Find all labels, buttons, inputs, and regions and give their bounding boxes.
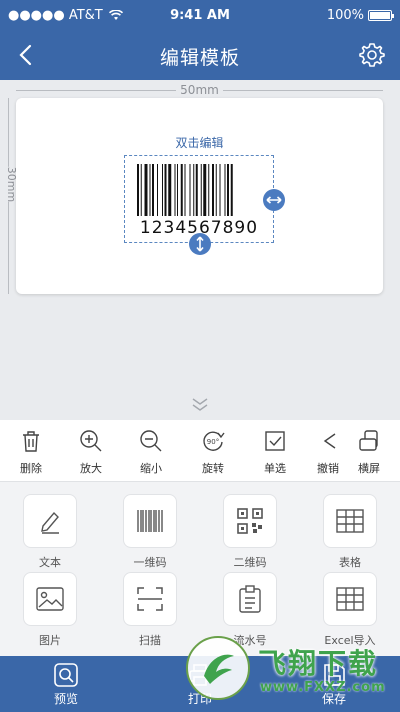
tab-label: 预览 (53, 692, 78, 706)
undo-icon (323, 433, 336, 449)
watermark-logo (186, 636, 250, 700)
width-label: 50mm (176, 83, 223, 97)
preview-icon (54, 663, 78, 687)
tool-label: 横屏 (358, 462, 380, 475)
collapse-chevron-icon[interactable] (188, 396, 212, 412)
tool-zoom-out[interactable]: 缩小 (126, 428, 176, 476)
barcode-bars (137, 164, 233, 216)
watermark: 飞翔下载 www.FXXZ.com (186, 636, 386, 700)
element-scan[interactable]: 扫描 (120, 572, 180, 648)
watermark-bird-icon (204, 654, 234, 684)
page-title: 编辑模板 (159, 47, 240, 69)
tool-delete[interactable]: 删除 (6, 428, 56, 476)
tool-undo[interactable]: 撤销 (310, 428, 346, 476)
tool-zoom-in[interactable]: 放大 (66, 428, 116, 476)
barcode-icon (137, 510, 163, 532)
trash-icon (23, 431, 39, 452)
element-qrcode[interactable]: 二维码 (220, 494, 280, 570)
watermark-title: 飞翔下载 (258, 647, 379, 680)
battery-icon (368, 10, 394, 21)
landscape-icon (359, 430, 378, 451)
tool-label: 单选 (264, 462, 286, 475)
resize-horizontal-handle[interactable] (263, 189, 285, 211)
tool-single-select[interactable]: 单选 (250, 428, 300, 476)
watermark-url: www.FXXZ.com (260, 680, 386, 695)
excel-table-icon (336, 587, 364, 611)
element-label: 文本 (39, 556, 61, 569)
image-icon (36, 587, 64, 611)
zoom-in-icon (80, 430, 102, 452)
element-text[interactable]: 文本 (20, 494, 80, 570)
resize-vertical-handle[interactable] (189, 233, 211, 255)
clipboard-icon (239, 585, 261, 613)
zoom-out-icon (140, 430, 162, 452)
tool-label: 旋转 (202, 462, 224, 475)
arrows-horizontal-icon (266, 196, 282, 204)
gear-icon[interactable] (358, 41, 386, 69)
nav-bar: 编辑模板 (0, 30, 400, 80)
rotate-badge: 90° (207, 438, 219, 446)
element-label: 图片 (39, 634, 61, 647)
qrcode-icon (237, 508, 263, 534)
width-ruler: 50mm (16, 83, 383, 97)
tool-label: 放大 (80, 462, 102, 475)
tab-preview[interactable]: 预览 (36, 662, 96, 707)
table-icon (336, 509, 364, 533)
edit-toolbar: 删除 放大 缩小 90° 旋转 单选 撤销 横屏 (0, 420, 400, 482)
tool-label: 撤销 (317, 462, 339, 475)
tool-landscape[interactable]: 横屏 (344, 428, 394, 476)
element-label: 二维码 (233, 556, 267, 569)
element-label: 表格 (339, 556, 361, 569)
tool-rotate[interactable]: 90° 旋转 (188, 428, 238, 476)
edit-hint: 双击编辑 (175, 136, 224, 150)
element-table[interactable]: 表格 (320, 494, 380, 570)
tool-label: 缩小 (140, 462, 162, 475)
height-ruler: 30mm (2, 98, 19, 294)
label-canvas[interactable]: 双击编辑 1234567890 (16, 98, 383, 294)
status-bar: ●●●●● AT&T 9:41 AM 100% (0, 0, 400, 30)
arrows-vertical-icon (196, 236, 204, 252)
battery-percent: 100% (326, 8, 364, 23)
battery: 100% (326, 8, 394, 23)
barcode-element[interactable]: 1234567890 (124, 155, 285, 255)
checkbox-icon (265, 431, 285, 451)
scan-icon (137, 587, 163, 611)
text-pen-icon (41, 511, 59, 534)
element-barcode[interactable]: 一维码 (120, 494, 180, 570)
element-image[interactable]: 图片 (20, 572, 80, 648)
element-label: 扫描 (139, 634, 161, 647)
element-label: 一维码 (133, 556, 167, 569)
element-palette: 文本 一维码 二维码 表格 图片 扫描 流水号 Excel导入 (0, 482, 400, 656)
tool-label: 删除 (20, 462, 42, 475)
rotate-icon: 90° (203, 431, 225, 451)
